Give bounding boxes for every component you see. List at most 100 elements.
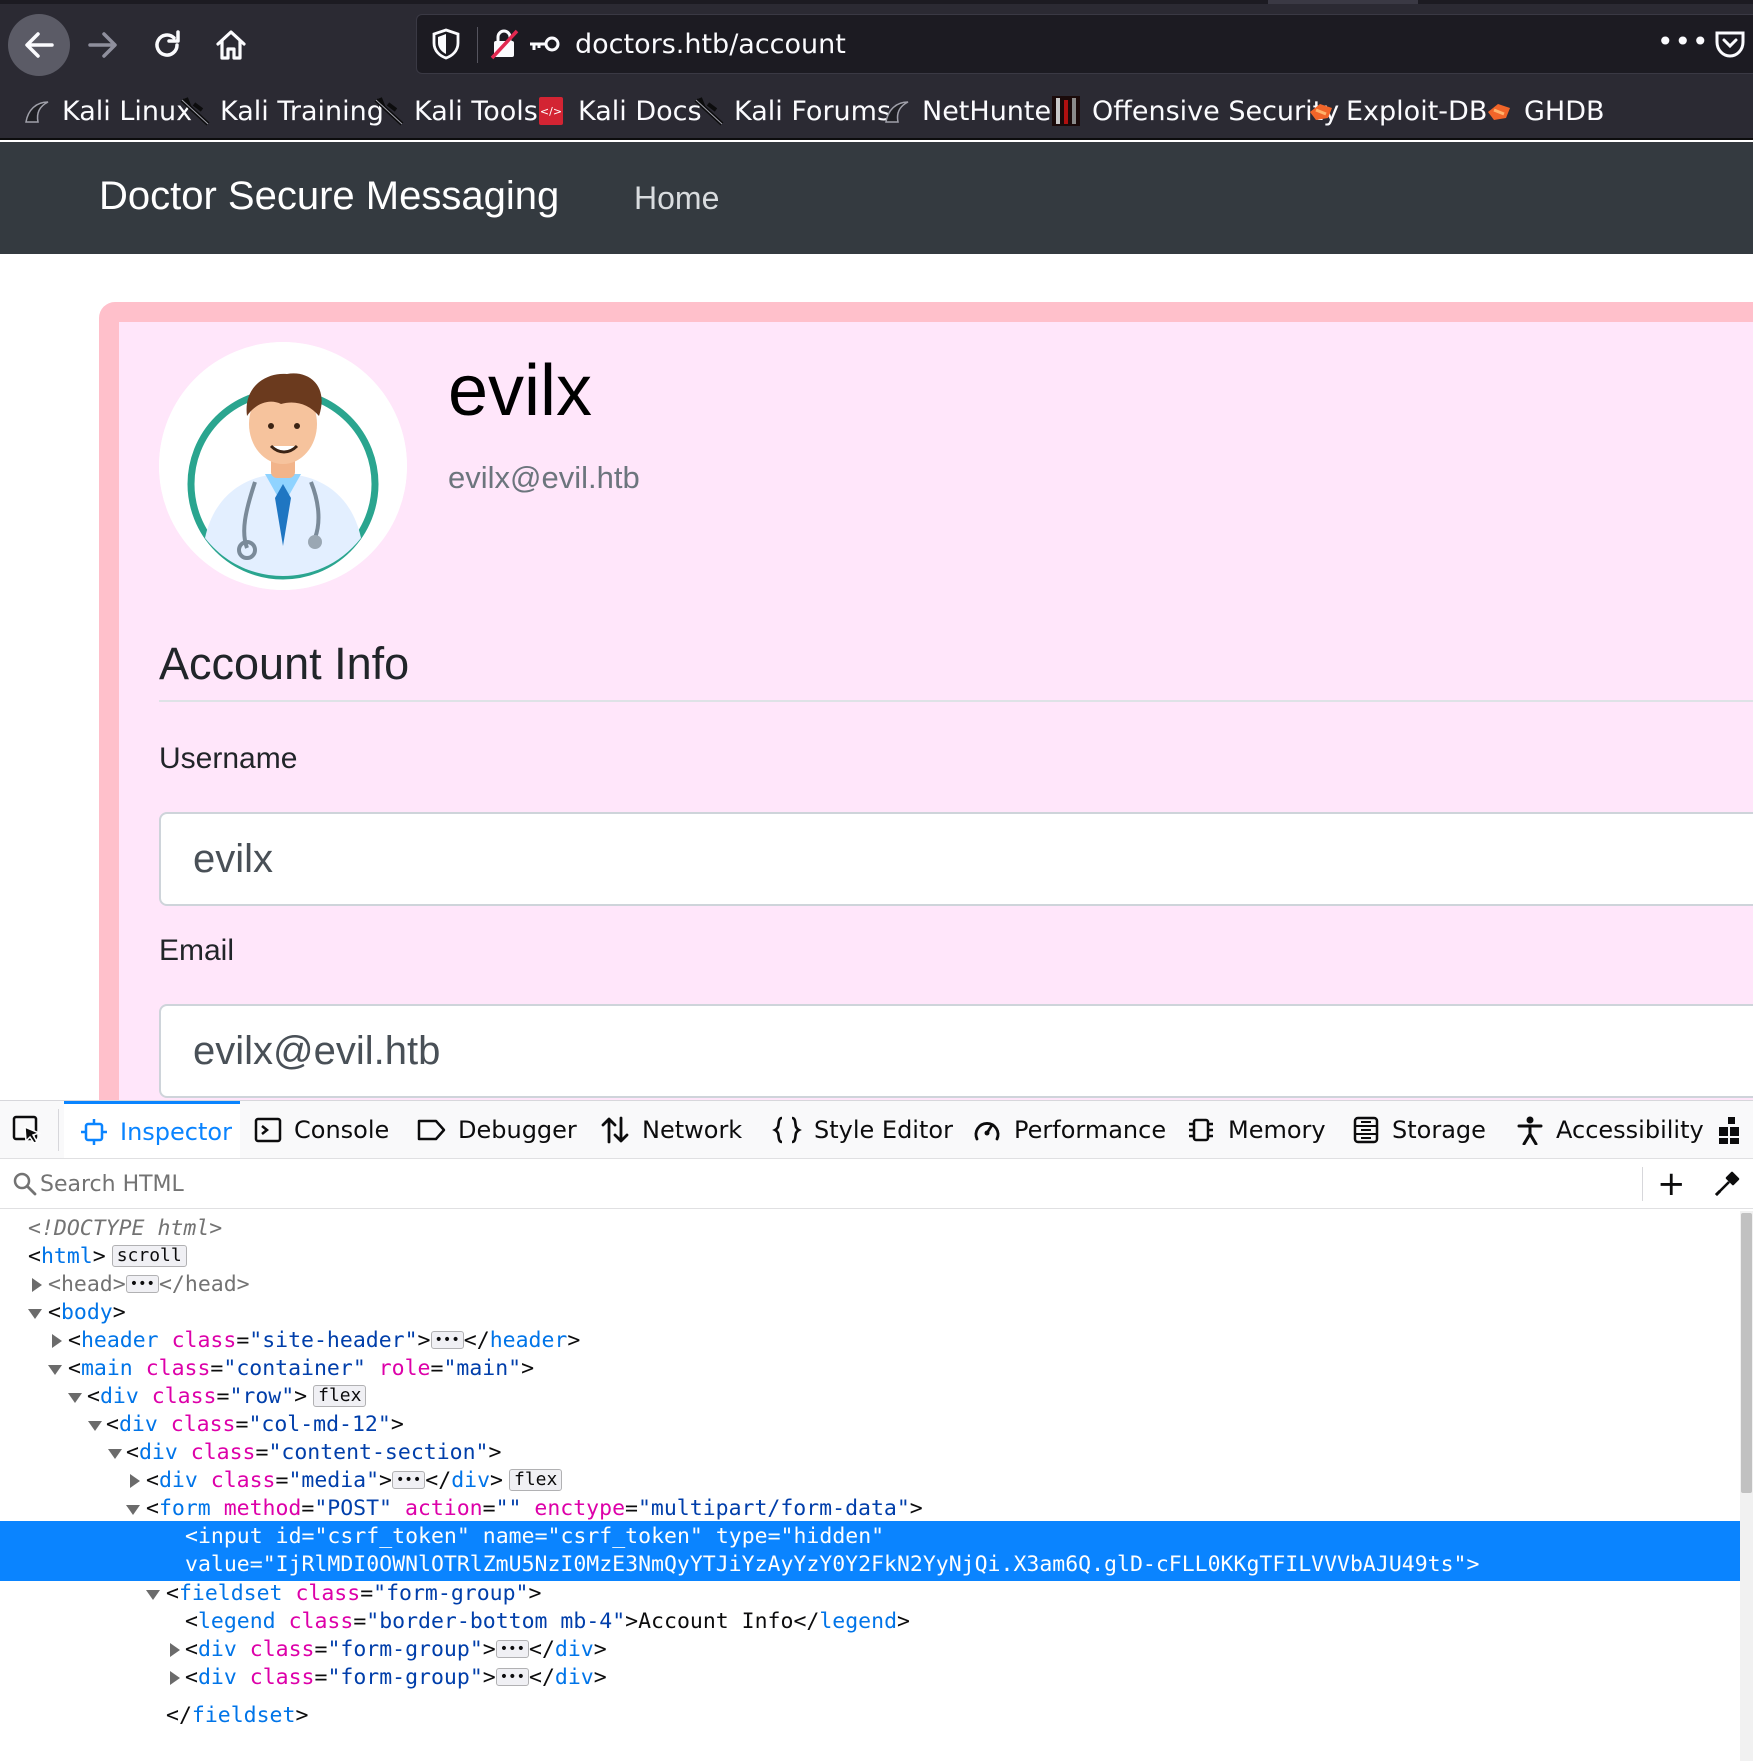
- main-container: evilx evilx@evil.htb Account Info Userna…: [0, 254, 1753, 1100]
- kali-dragon-icon: [180, 96, 210, 126]
- tab-storage[interactable]: Storage: [1352, 1101, 1486, 1158]
- csrf-token-value: "IjRlMDI0OWNlOTRlZmU5NzI0MzE3NmQyYTJiYzA…: [262, 1552, 1467, 1577]
- collapse-toggle[interactable]: [28, 1309, 42, 1319]
- more-tools-icon: [1719, 1117, 1739, 1144]
- flex-badge[interactable]: flex: [313, 1385, 367, 1407]
- markup-view: <!DOCTYPE html> <html> scroll <head> ••• </…: [0, 1211, 1740, 1761]
- content-section: evilx evilx@evil.htb Account Info Userna…: [99, 302, 1753, 1100]
- devtools-panel: Inspector Console Debugger Network Style…: [0, 1100, 1753, 1761]
- collapse-toggle[interactable]: [108, 1449, 122, 1459]
- performance-icon: [974, 1122, 1000, 1141]
- back-button[interactable]: [8, 14, 70, 76]
- expand-toggle[interactable]: [32, 1278, 42, 1292]
- inspector-icon: [81, 1118, 107, 1145]
- forward-arrow-icon: [88, 32, 117, 58]
- collapse-toggle[interactable]: [126, 1505, 140, 1515]
- kali-dragon-icon: [22, 96, 52, 126]
- tab-debugger[interactable]: Debugger: [416, 1101, 577, 1158]
- email-field[interactable]: evilx@evil.htb: [159, 1004, 1753, 1098]
- kali-dragon-icon: [694, 96, 724, 126]
- doctor-avatar: [159, 342, 407, 590]
- accessibility-icon: [1517, 1116, 1543, 1145]
- bookmark-exploit-db[interactable]: Exploit-DB: [1306, 92, 1487, 130]
- markup-scrollbar[interactable]: [1740, 1211, 1753, 1761]
- expand-toggle[interactable]: [52, 1334, 62, 1348]
- bookmark-kali-tools[interactable]: Kali Tools: [374, 92, 538, 130]
- collapsed-children-badge[interactable]: •••: [392, 1471, 426, 1489]
- insecure-lock-icon[interactable]: [489, 27, 519, 61]
- search-icon: [13, 1172, 37, 1196]
- reload-icon: [155, 30, 180, 57]
- storage-icon: [1353, 1116, 1379, 1144]
- expand-toggle[interactable]: [130, 1474, 140, 1488]
- flex-badge[interactable]: flex: [508, 1469, 563, 1491]
- tab-performance[interactable]: Performance: [972, 1101, 1166, 1158]
- home-button[interactable]: [200, 14, 262, 76]
- expand-toggle[interactable]: [170, 1643, 180, 1657]
- tab-inspector[interactable]: Inspector: [64, 1101, 240, 1158]
- collapsed-children-badge[interactable]: •••: [495, 1640, 530, 1658]
- html-search-bar: +: [0, 1159, 1753, 1209]
- pocket-icon[interactable]: [1713, 27, 1747, 61]
- collapse-toggle[interactable]: [68, 1393, 82, 1403]
- url-text[interactable]: doctors.htb/account: [575, 29, 846, 60]
- bookmark-ghdb[interactable]: GHDB: [1484, 92, 1605, 130]
- tab-accessibility[interactable]: Accessibility: [1516, 1101, 1704, 1158]
- exploitdb-icon: [1306, 96, 1336, 126]
- collapsed-children-badge[interactable]: •••: [430, 1331, 464, 1349]
- scroll-badge[interactable]: scroll: [111, 1245, 187, 1267]
- kali-dragon-icon: [882, 96, 912, 126]
- account-info-legend: Account Info: [159, 638, 1753, 702]
- reload-button[interactable]: [136, 14, 198, 76]
- svg-text:</>: </>: [540, 105, 562, 118]
- page-actions-menu[interactable]: •••: [1657, 25, 1710, 58]
- site-brand[interactable]: Doctor Secure Messaging: [99, 174, 559, 219]
- collapsed-children-badge[interactable]: •••: [495, 1668, 530, 1686]
- style-editor-icon: [772, 1116, 802, 1144]
- bookmark-kali-forums[interactable]: Kali Forums: [694, 92, 891, 130]
- email-label: Email: [159, 934, 235, 967]
- key-icon[interactable]: [527, 31, 561, 57]
- collapse-toggle[interactable]: [48, 1365, 62, 1375]
- site-header: Doctor Secure Messaging Home: [0, 142, 1753, 254]
- tracking-shield-icon[interactable]: [431, 27, 461, 61]
- bookmark-kali-training[interactable]: Kali Training: [180, 92, 384, 130]
- tab-memory[interactable]: Memory: [1186, 1101, 1326, 1158]
- tab-console[interactable]: Console: [254, 1101, 389, 1158]
- markup-node-input-csrf-selected[interactable]: <input id="csrf_token" name="csrf_token"…: [0, 1521, 1740, 1581]
- devtools-tab-separator: [58, 1109, 59, 1151]
- account-email-subtitle: evilx@evil.htb: [448, 460, 640, 495]
- tab-network[interactable]: Network: [600, 1101, 742, 1158]
- add-node-button[interactable]: +: [1657, 1167, 1686, 1201]
- memory-icon: [1189, 1118, 1213, 1142]
- back-arrow-icon: [25, 32, 54, 58]
- bookmark-kali-docs[interactable]: </> Kali Docs: [538, 92, 702, 130]
- scrollbar-thumb[interactable]: [1741, 1213, 1752, 1493]
- username-label: Username: [159, 742, 298, 775]
- search-html-input[interactable]: [40, 1167, 1620, 1201]
- expand-toggle[interactable]: [170, 1671, 180, 1685]
- debugger-icon: [417, 1119, 446, 1141]
- bookmark-nethunter[interactable]: NetHunter: [882, 92, 1062, 130]
- nav-home-link[interactable]: Home: [634, 180, 719, 217]
- username-field[interactable]: evilx: [159, 812, 1753, 906]
- markup-node-fieldset-close[interactable]: </fieldset>: [0, 1690, 1740, 1728]
- forward-button[interactable]: [72, 14, 134, 76]
- kali-docs-icon: </>: [538, 96, 568, 126]
- eyedropper-icon[interactable]: [1712, 1169, 1742, 1199]
- element-picker-icon[interactable]: [12, 1115, 42, 1145]
- collapse-toggle[interactable]: [146, 1590, 160, 1600]
- account-username-heading: evilx: [448, 351, 593, 431]
- collapsed-children-badge[interactable]: •••: [125, 1275, 159, 1293]
- bookmark-kali-linux[interactable]: Kali Linux: [22, 92, 192, 130]
- doctor-avatar-image: [159, 342, 407, 590]
- tab-overflow[interactable]: [1716, 1101, 1746, 1158]
- network-icon: [601, 1116, 629, 1144]
- browser-toolbar: doctors.htb/account •••: [0, 4, 1753, 82]
- collapse-toggle[interactable]: [88, 1421, 102, 1431]
- console-icon: [254, 1117, 282, 1143]
- bookmarks-toolbar: Kali Linux Kali Training Kali Tools </> …: [0, 82, 1753, 140]
- tab-style-editor[interactable]: Style Editor: [772, 1101, 953, 1158]
- bookmark-offensive-security[interactable]: Offensive Security: [1052, 92, 1339, 130]
- url-bar[interactable]: doctors.htb/account •••: [416, 14, 1753, 74]
